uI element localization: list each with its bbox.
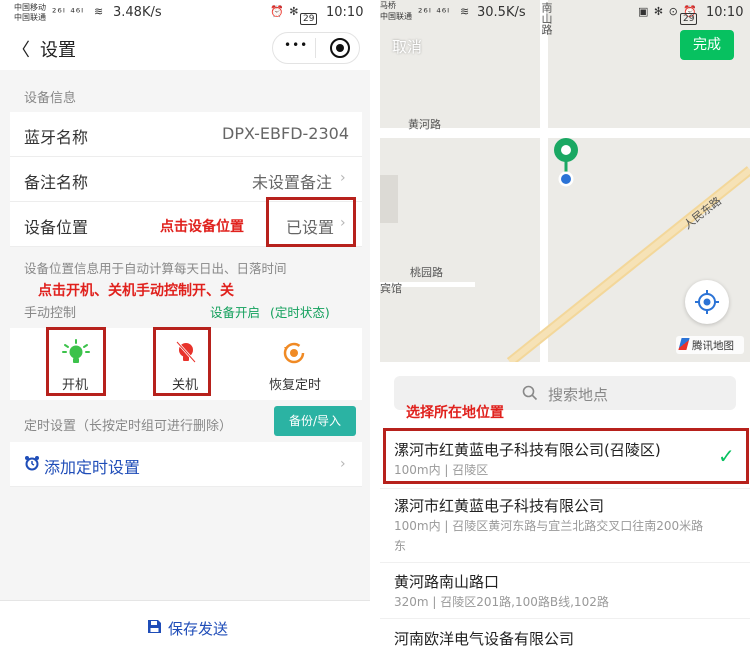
result-name: 河南欧洋电气设备有限公司 <box>394 630 575 648</box>
map-view[interactable]: 黄河路 人民东路 桃园路 南山路 宾馆 腾讯地图 马桥 中国联通 ²⁶ᴵ ⁴⁶ᴵ… <box>380 0 750 362</box>
poi-label-hotel: 宾馆 <box>380 282 402 295</box>
search-icon <box>522 385 538 401</box>
result-detail: 320m | 召陵区201路,100路B线,102路 <box>394 595 609 609</box>
timer-status: (定时状态) <box>270 305 330 320</box>
battery-level: 29 <box>300 13 318 25</box>
back-icon[interactable]: 〈 <box>12 36 30 62</box>
restore-timer-icon <box>282 341 306 365</box>
panel-gap <box>370 0 380 657</box>
annotation-control: 点击开机、关机手动控制开、关 <box>38 283 234 299</box>
annotation-click-location: 点击设备位置 <box>160 219 244 235</box>
add-timer-label: 添加定时设置 <box>44 458 141 477</box>
location-pin-icon <box>552 136 580 188</box>
map-brand-label: 腾讯地图 <box>692 340 734 352</box>
battery-icon: 29 <box>680 6 698 25</box>
carrier-name-1: 中国移动 <box>14 3 46 12</box>
status-time: 10:10 <box>326 5 364 20</box>
network-speed: 3.48K/s <box>113 5 162 20</box>
timer-section-label: 定时设置（长按定时组可进行删除） <box>24 419 233 434</box>
row-bluetooth-value: DPX-EBFD-2304 <box>222 124 350 143</box>
carrier-name-2: 中国联通 <box>14 13 46 22</box>
signal-icon: ²⁶ᴵ ⁴⁶ᴵ <box>418 6 451 19</box>
row-remark-label: 备注名称 <box>24 173 89 192</box>
crosshair-icon <box>695 290 719 314</box>
carrier-name-1: 马桥 <box>380 1 396 10</box>
row-bluetooth-label: 蓝牙名称 <box>24 128 89 147</box>
map-brand-badge: 腾讯地图 <box>676 336 744 354</box>
battery-icon: 29 <box>300 6 318 25</box>
road-label-taoyuan: 桃园路 <box>410 266 443 279</box>
annotation-select-location: 选择所在地位置 <box>406 405 504 421</box>
power-off-button[interactable] <box>153 327 211 396</box>
restore-timer-button[interactable]: 恢复定时 <box>260 374 330 393</box>
capsule-divider <box>315 38 316 58</box>
power-on-button[interactable] <box>46 327 106 396</box>
road-label-huanghe: 黄河路 <box>408 118 441 131</box>
close-mini-program-icon[interactable] <box>330 38 350 58</box>
locate-me-button[interactable] <box>685 280 729 324</box>
chevron-right-icon: › <box>340 170 346 186</box>
wifi-icon: ≋ <box>94 5 105 18</box>
status-time: 10:10 <box>706 5 744 20</box>
highlight-selected-result <box>383 428 749 484</box>
save-floppy-icon <box>147 619 162 634</box>
result-name: 黄河路南山路口 <box>394 573 500 591</box>
network-speed: 30.5K/s <box>477 5 526 20</box>
page-title: 设置 <box>40 40 76 61</box>
search-placeholder: 搜索地点 <box>548 386 609 404</box>
road-label-nanshan: 南山路 <box>540 2 553 35</box>
section-device-info: 设备信息 <box>24 91 77 106</box>
manual-control-label: 手动控制 <box>24 306 77 321</box>
tencent-map-logo-icon <box>678 338 690 350</box>
backup-import-button[interactable]: 备份/导入 <box>274 406 356 436</box>
alarm-clock-icon <box>24 455 40 471</box>
cancel-button[interactable]: 取消 <box>392 36 422 57</box>
chevron-right-icon: › <box>340 456 346 472</box>
more-icon[interactable]: ••• <box>284 38 308 52</box>
settings-screen: 中国移动 中国联通 ²⁶ᴵ ⁴⁶ᴵ ≋ 3.48K/s ⏰ ✻ 29 10:10… <box>0 0 370 657</box>
wifi-icon: ≋ <box>460 5 471 18</box>
battery-level: 29 <box>680 13 698 25</box>
save-send-button[interactable]: 保存发送 <box>168 618 228 639</box>
device-status: 设备开启 <box>210 305 261 320</box>
location-picker-screen: 黄河路 人民东路 桃园路 南山路 宾馆 腾讯地图 马桥 中国联通 ²⁶ᴵ ⁴⁶ᴵ… <box>380 0 750 657</box>
row-remark-value: 未设置备注 <box>252 173 333 192</box>
done-button[interactable]: 完成 <box>680 30 734 60</box>
highlight-location-value <box>266 197 356 247</box>
signal-icon: ²⁶ᴵ ⁴⁶ᴵ <box>52 6 85 19</box>
location-note: 设备位置信息用于自动计算每天日出、日落时间 <box>24 261 287 276</box>
alarm-bluetooth-icons: ⏰ ✻ <box>270 5 300 18</box>
result-name: 漯河市红黄蓝电子科技有限公司 <box>394 497 605 515</box>
carrier-name-2: 中国联通 <box>380 12 412 21</box>
row-location-label: 设备位置 <box>24 218 89 237</box>
result-detail: 100m内 | 召陵区黄河东路与宜兰北路交叉口往南200米路东 <box>394 519 704 553</box>
